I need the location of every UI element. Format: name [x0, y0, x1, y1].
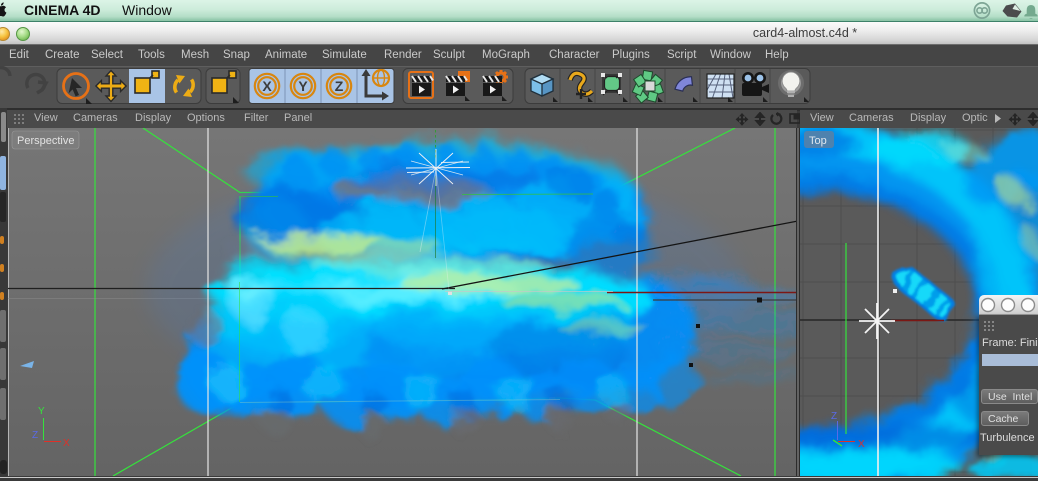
svg-text:Perspective: Perspective	[17, 135, 74, 147]
svg-text:X: X	[262, 78, 272, 94]
svg-text:Z: Z	[831, 411, 837, 422]
svg-text:Y: Y	[38, 406, 45, 417]
svg-text:Z: Z	[32, 430, 38, 441]
svg-text:Top: Top	[809, 135, 827, 147]
svg-text:X: X	[858, 439, 865, 450]
svg-text:X: X	[63, 438, 70, 449]
svg-text:Y: Y	[298, 78, 308, 94]
svg-text:Z: Z	[335, 78, 344, 94]
